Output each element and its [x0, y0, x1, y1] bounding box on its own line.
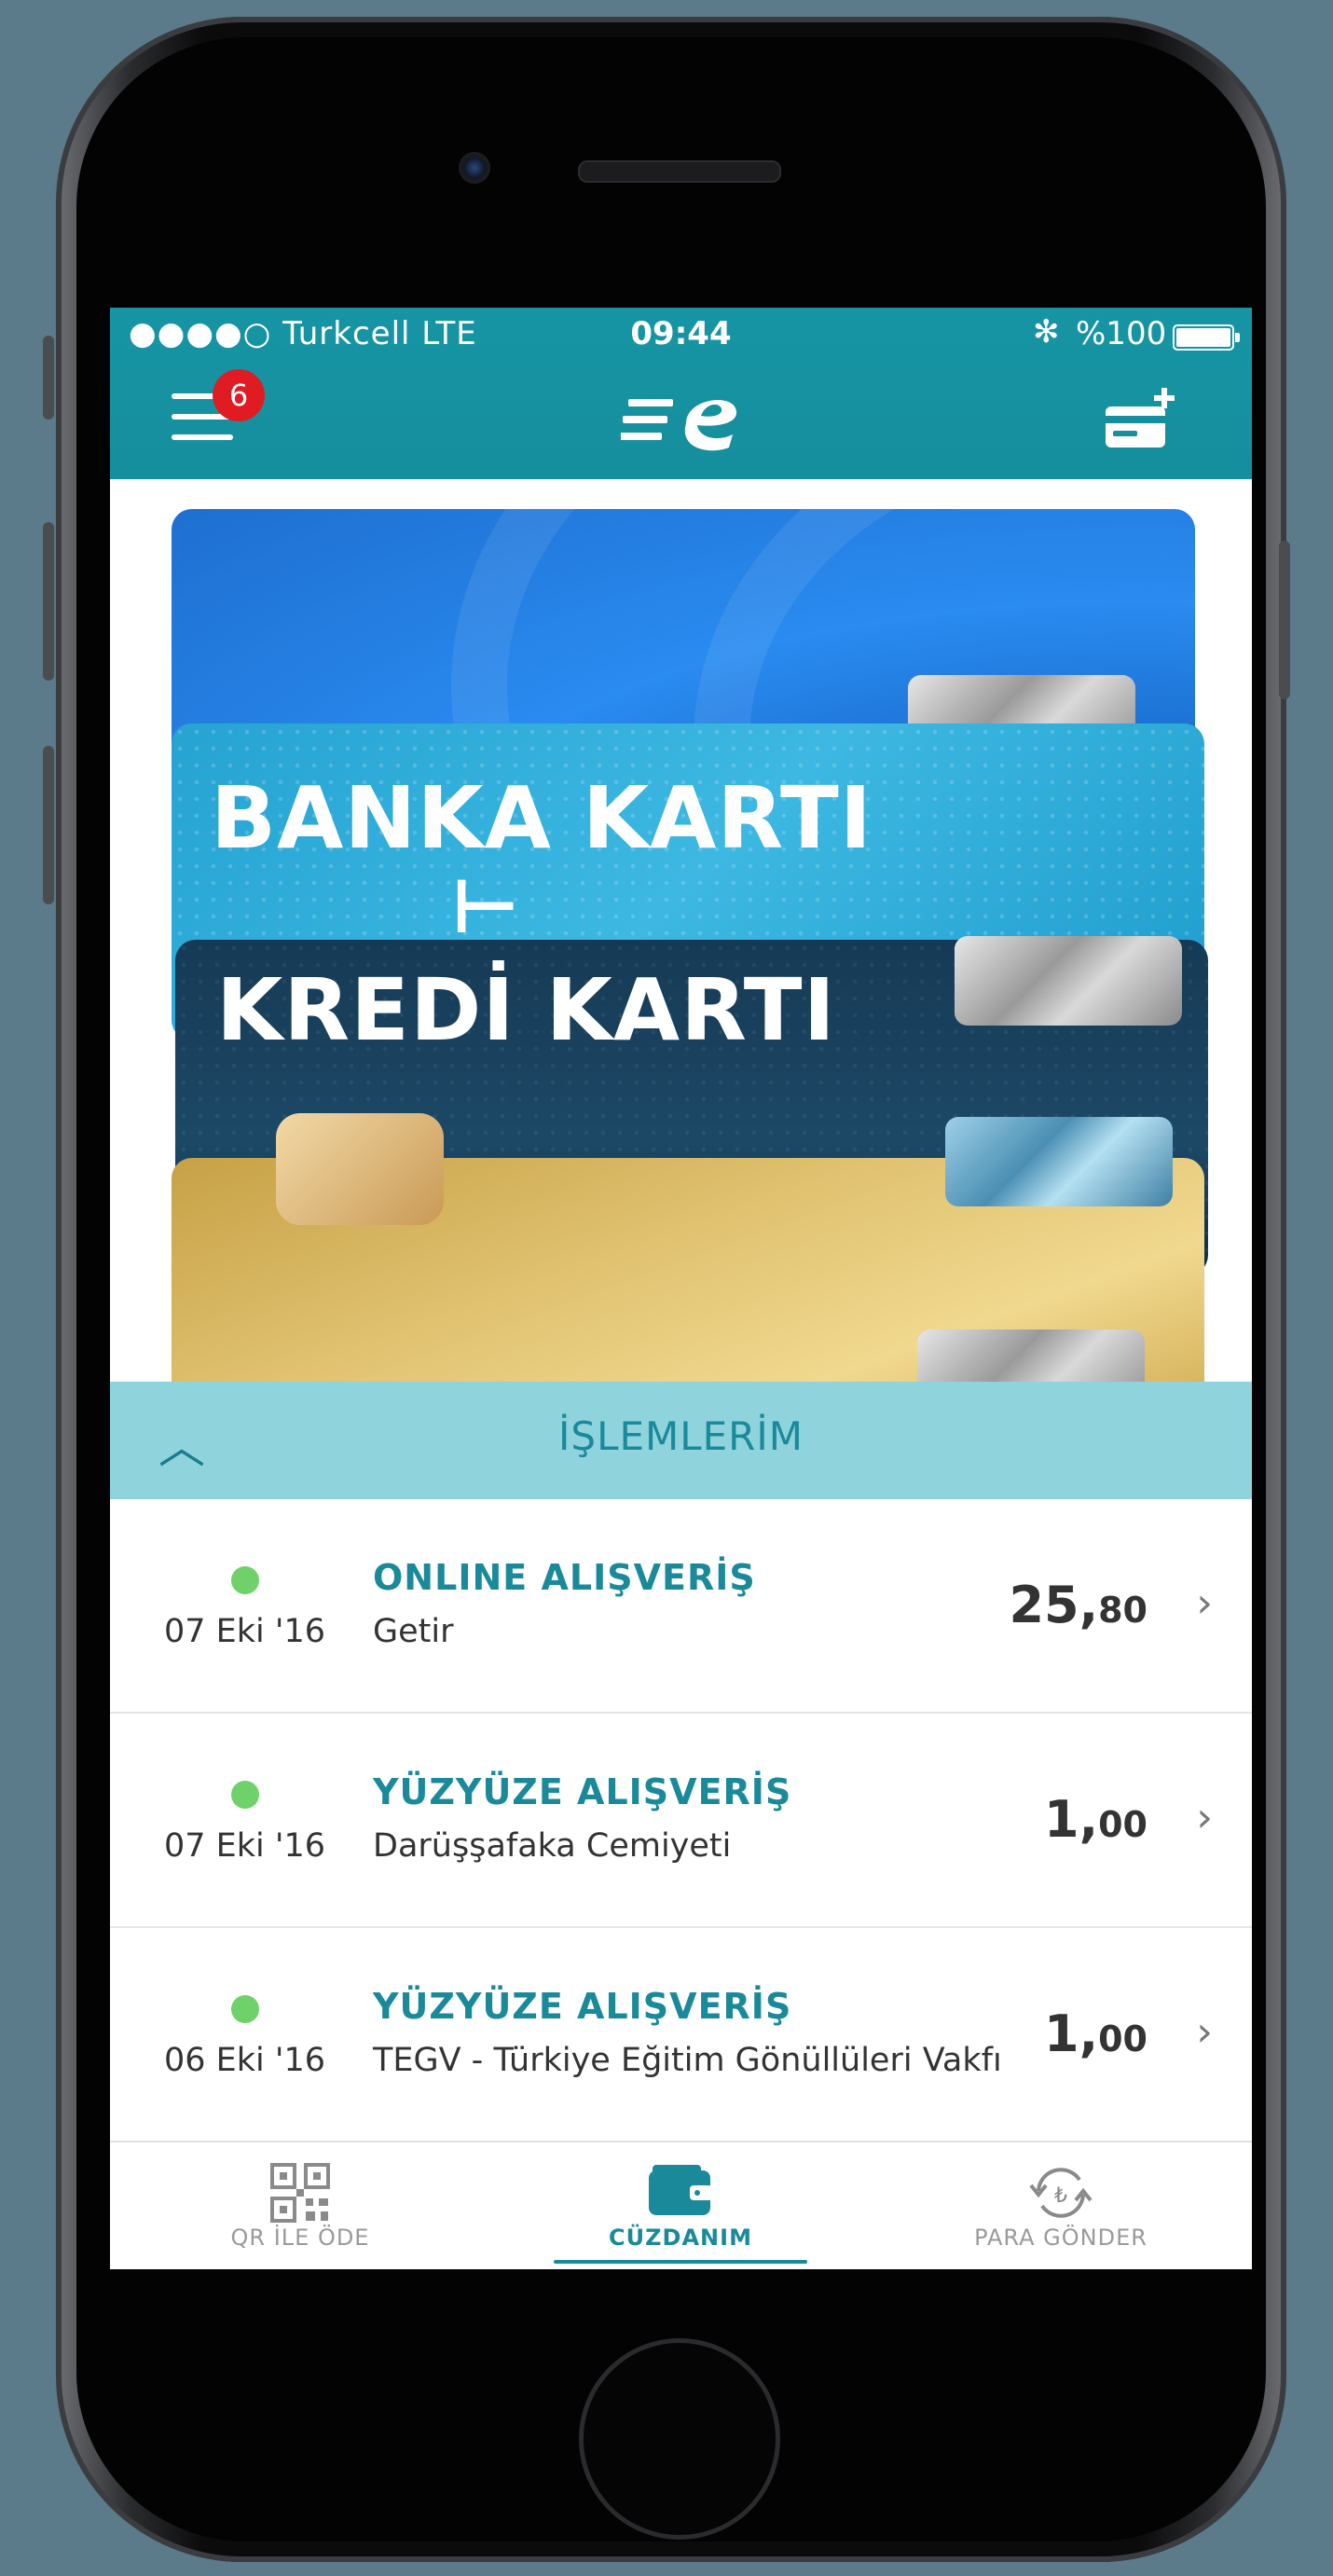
bluetooth-icon: ✻ [1033, 313, 1060, 351]
transaction-row[interactable]: 07 Eki '16 ONLINE ALIŞVERİŞ Getir 25,80 … [110, 1499, 1252, 1714]
transaction-list: 07 Eki '16 ONLINE ALIŞVERİŞ Getir 25,80 … [110, 1499, 1252, 2142]
transaction-type: ONLINE ALIŞVERİŞ [373, 1557, 756, 1598]
bank-logo-icon: ⊢ [451, 863, 520, 950]
transaction-merchant: Getir [373, 1613, 454, 1650]
top-bar: ●●●●○ Turkcell LTE 09:44 ✻ %100 6 [110, 308, 1252, 479]
status-bar: ●●●●○ Turkcell LTE 09:44 ✻ %100 [110, 308, 1252, 356]
banka-card-title: BANKA KARTI [211, 768, 873, 868]
qr-code-icon [270, 2163, 330, 2223]
add-card-icon[interactable] [1104, 386, 1178, 451]
battery-percent: %100 [1076, 315, 1167, 352]
transaction-row[interactable]: 06 Eki '16 YÜZYÜZE ALIŞVERİŞ TEGV - Türk… [110, 1928, 1252, 2142]
earpiece-speaker [578, 160, 781, 183]
transaction-amount: 1,00 [1044, 2004, 1147, 2063]
active-tab-indicator [554, 2260, 807, 2264]
hologram-icon [945, 1117, 1173, 1206]
wallet-icon [649, 2165, 712, 2215]
transaction-type: YÜZYÜZE ALIŞVERİŞ [373, 1771, 792, 1812]
status-dot [231, 1995, 259, 2023]
tab-qr-pay[interactable]: QR İLE ÖDE [110, 2142, 490, 2269]
transactions-header[interactable]: ︿ İŞLEMLERİM [110, 1382, 1252, 1499]
card-chip-icon [276, 1113, 444, 1225]
battery-icon [1173, 324, 1240, 351]
volume-up-button [43, 522, 54, 681]
transaction-date: 07 Eki '16 [164, 1613, 326, 1650]
card-stack: BANKA KARTI ⊢ KREDİ KARTI [110, 479, 1252, 1438]
tab-label: PARA GÖNDER [974, 2225, 1147, 2251]
tab-bar: QR İLE ÖDE CÜZDANIM ₺ PARA GÖNDER [110, 2141, 1252, 2269]
mute-switch [43, 336, 54, 420]
tab-send-money[interactable]: ₺ PARA GÖNDER [871, 2142, 1251, 2269]
kredi-card-title: KREDİ KARTI [216, 960, 836, 1060]
transaction-type: YÜZYÜZE ALIŞVERİŞ [373, 1986, 792, 2027]
transaction-merchant: TEGV - Türkiye Eğitim Gönüllüleri Vakfı [373, 2042, 1002, 2079]
transaction-row[interactable]: 07 Eki '16 YÜZYÜZE ALIŞVERİŞ Darüşşafaka… [110, 1714, 1252, 1928]
chevron-right-icon: › [1196, 1794, 1213, 1841]
chevron-right-icon: › [1196, 2008, 1213, 2056]
status-dot [231, 1781, 259, 1809]
tab-label: QR İLE ÖDE [230, 2225, 370, 2251]
transaction-merchant: Darüşşafaka Cemiyeti [373, 1827, 732, 1865]
status-dot [231, 1566, 259, 1594]
transaction-amount: 25,80 [1009, 1576, 1147, 1634]
transaction-date: 07 Eki '16 [164, 1827, 326, 1865]
tab-label: CÜZDANIM [609, 2225, 752, 2251]
svg-text:₺: ₺ [1054, 2184, 1067, 2208]
transaction-date: 06 Eki '16 [164, 2042, 326, 2079]
app-screen: ●●●●○ Turkcell LTE 09:44 ✻ %100 6 BANKA … [110, 308, 1252, 2269]
chevron-right-icon: › [1196, 1579, 1213, 1627]
volume-down-button [43, 746, 54, 904]
front-camera [459, 152, 490, 184]
hologram-icon [955, 936, 1182, 1026]
tab-wallet[interactable]: CÜZDANIM [490, 2142, 871, 2269]
app-logo-icon [621, 399, 737, 451]
notification-badge: 6 [213, 369, 265, 421]
home-button[interactable] [579, 2338, 780, 2540]
transactions-title: İŞLEMLERİM [558, 1413, 804, 1459]
transaction-amount: 1,00 [1044, 1790, 1147, 1849]
power-button [1279, 541, 1290, 699]
send-money-icon: ₺ [1029, 2168, 1093, 2218]
